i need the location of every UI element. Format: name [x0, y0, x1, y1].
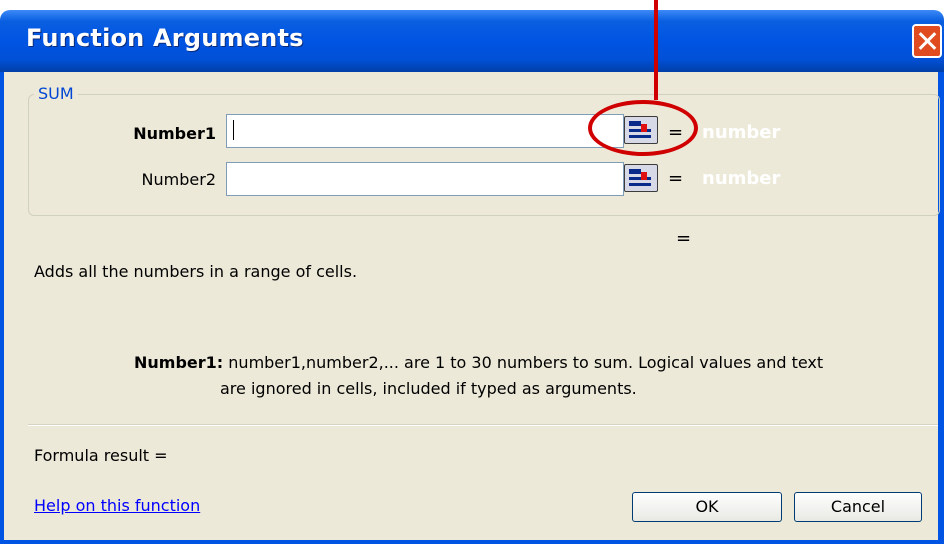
argument-help: Number1: number1,number2,... are 1 to 30… — [134, 350, 944, 402]
number2-input[interactable] — [226, 162, 624, 196]
help-on-function-link[interactable]: Help on this function — [34, 496, 200, 515]
number2-equals: = — [668, 168, 684, 189]
formula-result: Formula result = — [34, 446, 168, 465]
argument-help-text-line1: number1,number2,... are 1 to 30 numbers … — [228, 353, 824, 372]
close-icon[interactable] — [912, 24, 942, 58]
ok-button[interactable]: OK — [632, 492, 782, 522]
function-result-equals: = — [676, 228, 692, 249]
function-name-label: SUM — [34, 84, 78, 103]
number2-label: Number2 — [141, 170, 216, 189]
number2-hint: number — [702, 168, 781, 189]
divider — [28, 424, 938, 426]
number1-hint: number — [702, 122, 781, 143]
function-arguments-dialog: Function Arguments SUM Number1 = number … — [0, 0, 944, 544]
arguments-group — [28, 94, 940, 216]
cancel-button[interactable]: Cancel — [794, 492, 922, 522]
annotation-highlight-circle — [588, 100, 698, 156]
argument-help-name: Number1: — [134, 353, 224, 372]
function-description: Adds all the numbers in a range of cells… — [34, 262, 358, 281]
text-caret — [233, 120, 234, 140]
title-bar: Function Arguments — [0, 10, 944, 72]
dialog-title: Function Arguments — [26, 24, 304, 52]
number1-label: Number1 — [133, 124, 216, 143]
number1-input[interactable] — [226, 114, 624, 148]
annotation-pointer-line — [654, 0, 658, 100]
collapse-dialog-icon[interactable] — [624, 164, 658, 192]
argument-help-text-line2: are ignored in cells, included if typed … — [220, 379, 637, 398]
